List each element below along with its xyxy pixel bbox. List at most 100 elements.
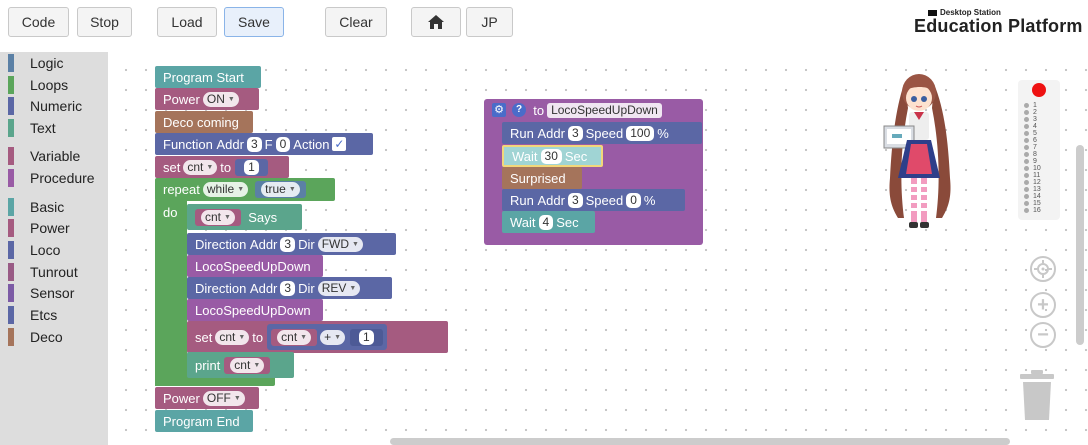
gear-icon[interactable]: ⚙ — [492, 103, 506, 117]
category-etcs[interactable]: Etcs — [8, 305, 57, 325]
recenter-button[interactable] — [1030, 256, 1056, 282]
block-label: Run — [510, 192, 534, 208]
category-basic[interactable]: Basic — [8, 197, 64, 217]
to-label: to — [533, 102, 545, 118]
variable-getter[interactable]: cnt ▼ — [195, 208, 241, 226]
run-block[interactable]: Run Addr 3 Speed 0 % — [502, 189, 685, 211]
power-off-block[interactable]: Power OFF ▼ — [155, 387, 259, 409]
print-block[interactable]: print cnt ▼ — [187, 352, 294, 378]
code-button[interactable]: Code — [8, 7, 69, 37]
track-number: 6 — [1033, 137, 1037, 144]
category-procedure[interactable]: Procedure — [8, 168, 95, 188]
category-deco[interactable]: Deco — [8, 327, 63, 347]
block-label: set — [163, 159, 181, 175]
surprised-block[interactable]: Surprised — [502, 167, 582, 189]
direction-fwd-block[interactable]: Direction Addr 3 Dir FWD ▼ — [187, 233, 396, 255]
home-button[interactable] — [411, 7, 461, 37]
track-number: 9 — [1033, 158, 1037, 165]
track-row: 2 — [1024, 109, 1060, 116]
addr-field[interactable]: 3 — [280, 280, 296, 296]
arithmetic-block[interactable]: cnt ▼ + ▼ 1 — [267, 324, 387, 350]
direction-rev-block[interactable]: Direction Addr 3 Dir REV ▼ — [187, 277, 392, 299]
repeat-mode-dropdown[interactable]: while ▼ — [202, 181, 249, 197]
number-field[interactable]: 1 — [244, 159, 259, 175]
program-start-block[interactable]: Program Start — [155, 66, 261, 88]
power-on-block[interactable]: Power ON ▼ — [155, 88, 259, 110]
stop-button[interactable]: Stop — [77, 7, 132, 37]
variable-getter[interactable]: cnt ▼ — [271, 328, 318, 346]
category-swatch — [8, 284, 14, 302]
zoom-in-button[interactable]: + — [1030, 292, 1056, 318]
unit-label: % — [657, 125, 669, 141]
variable-dropdown[interactable]: cnt ▼ — [215, 329, 250, 345]
dir-label: Dir — [298, 236, 315, 252]
category-swatch — [8, 241, 14, 259]
number-block[interactable]: 1 — [350, 328, 383, 346]
help-icon[interactable]: ? — [512, 103, 526, 117]
horizontal-scrollbar[interactable] — [390, 438, 1010, 445]
f-field[interactable]: 0 — [275, 136, 291, 152]
track-dot-icon — [1024, 131, 1029, 136]
program-end-block[interactable]: Program End — [155, 410, 253, 432]
category-sensor[interactable]: Sensor — [8, 283, 74, 303]
speed-field[interactable]: 100 — [626, 125, 655, 141]
dir-dropdown[interactable]: REV ▼ — [317, 280, 361, 296]
procedure-name-field[interactable]: LocoSpeedUpDown — [547, 102, 662, 118]
category-loops[interactable]: Loops — [8, 75, 68, 95]
minus-icon: − — [1037, 324, 1049, 346]
wait-block-selected[interactable]: Wait 30 Sec — [502, 145, 603, 167]
power-dropdown[interactable]: ON ▼ — [202, 91, 239, 107]
addr-field[interactable]: 3 — [567, 192, 583, 208]
power-dropdown[interactable]: OFF ▼ — [202, 390, 245, 406]
say-block[interactable]: cnt ▼ Says — [187, 204, 302, 230]
category-swatch — [8, 119, 14, 137]
addr-field[interactable]: 3 — [280, 236, 296, 252]
wait-field[interactable]: 4 — [538, 214, 554, 230]
vertical-scrollbar[interactable] — [1076, 145, 1084, 345]
category-logic[interactable]: Logic — [8, 53, 63, 73]
category-label: Tunrout — [30, 264, 78, 280]
wait-field[interactable]: 30 — [540, 148, 562, 164]
boolean-block[interactable]: true ▼ — [255, 180, 306, 198]
number-block[interactable]: 1 — [235, 158, 268, 176]
repeat-header: repeat while ▼ true ▼ — [155, 178, 335, 200]
load-button[interactable]: Load — [157, 7, 217, 37]
save-button[interactable]: Save — [224, 7, 284, 37]
jp-button[interactable]: JP — [466, 7, 513, 37]
zoom-out-button[interactable]: − — [1030, 322, 1056, 348]
run-block[interactable]: Run Addr 3 Speed 100 % — [502, 122, 702, 144]
deco-coming-block[interactable]: Deco coming — [155, 111, 253, 133]
call-procedure-block[interactable]: LocoSpeedUpDown — [187, 299, 323, 321]
variable-getter[interactable]: cnt ▼ — [224, 356, 271, 374]
category-variable[interactable]: Variable — [8, 146, 80, 166]
speed-field[interactable]: 0 — [626, 192, 641, 208]
call-procedure-block[interactable]: LocoSpeedUpDown — [187, 255, 323, 277]
category-swatch — [8, 198, 14, 216]
category-label: Deco — [30, 329, 63, 345]
track-row: 12 — [1024, 179, 1060, 186]
track-dot-icon — [1024, 194, 1029, 199]
category-text[interactable]: Text — [8, 118, 56, 138]
category-numeric[interactable]: Numeric — [8, 96, 82, 116]
addr-field[interactable]: 3 — [567, 125, 583, 141]
action-checkbox[interactable]: ✓ — [332, 137, 347, 151]
function-block[interactable]: Function Addr 3 F 0 Action ✓ — [155, 133, 373, 155]
boolean-dropdown[interactable]: true ▼ — [261, 181, 300, 197]
operator-dropdown[interactable]: + ▼ — [320, 329, 346, 345]
category-loco[interactable]: Loco — [8, 240, 60, 260]
speed-label: Speed — [585, 192, 624, 208]
number-field[interactable]: 1 — [359, 329, 374, 345]
set-variable-block[interactable]: set cnt ▼ to 1 — [155, 156, 289, 178]
wait-block[interactable]: Wait 4 Sec — [502, 211, 595, 233]
variable-dropdown[interactable]: cnt ▼ — [183, 159, 218, 175]
category-tunrout[interactable]: Tunrout — [8, 262, 78, 282]
clear-button[interactable]: Clear — [325, 7, 387, 37]
dir-dropdown[interactable]: FWD ▼ — [317, 236, 363, 252]
trash-can-icon[interactable] — [1018, 368, 1056, 422]
track-list: 1 2 3 4 5 6 7 8 9 10 11 12 13 14 15 16 — [1024, 102, 1060, 214]
set-increment-block[interactable]: set cnt ▼ to cnt ▼ + ▼ 1 — [187, 321, 448, 353]
addr-field[interactable]: 3 — [246, 136, 262, 152]
category-power[interactable]: Power — [8, 218, 70, 238]
track-dot-icon — [1024, 138, 1029, 143]
track-number: 13 — [1033, 186, 1041, 193]
